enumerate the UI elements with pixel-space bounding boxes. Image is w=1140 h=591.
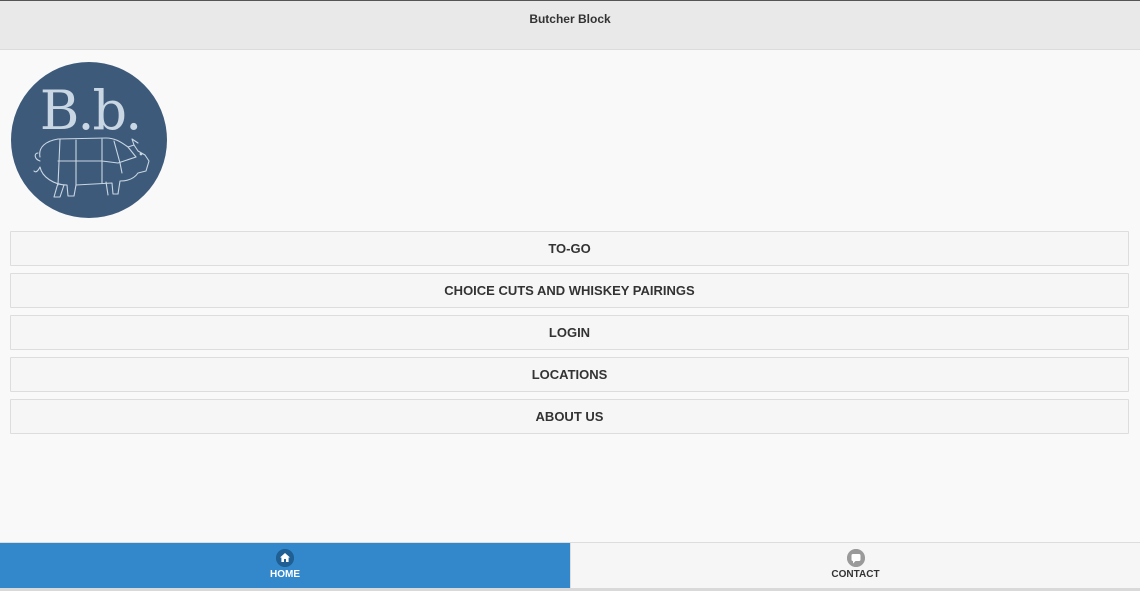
main-content: B.b. TO-GO CHOICE CUTS AND WHISKEY PAIRI… (0, 50, 1140, 542)
tab-contact[interactable]: CONTACT (570, 543, 1140, 588)
nav-button-login[interactable]: LOGIN (10, 315, 1129, 350)
main-nav: TO-GO CHOICE CUTS AND WHISKEY PAIRINGS L… (10, 231, 1129, 441)
nav-button-choice-cuts[interactable]: CHOICE CUTS AND WHISKEY PAIRINGS (10, 273, 1129, 308)
tab-contact-label: CONTACT (831, 569, 880, 580)
nav-button-locations[interactable]: LOCATIONS (10, 357, 1129, 392)
brand-logo: B.b. (11, 62, 167, 218)
home-icon (276, 549, 294, 567)
logo-text: B.b. (40, 79, 141, 142)
tab-home[interactable]: HOME (0, 543, 570, 588)
tab-home-label: HOME (270, 569, 300, 580)
bottom-tab-bar: HOME CONTACT (0, 542, 1140, 588)
page-title: Butcher Block (529, 12, 611, 26)
nav-button-to-go[interactable]: TO-GO (10, 231, 1129, 266)
chat-icon (846, 549, 865, 567)
nav-button-about-us[interactable]: ABOUT US (10, 399, 1129, 434)
app-header: Butcher Block (0, 1, 1140, 50)
